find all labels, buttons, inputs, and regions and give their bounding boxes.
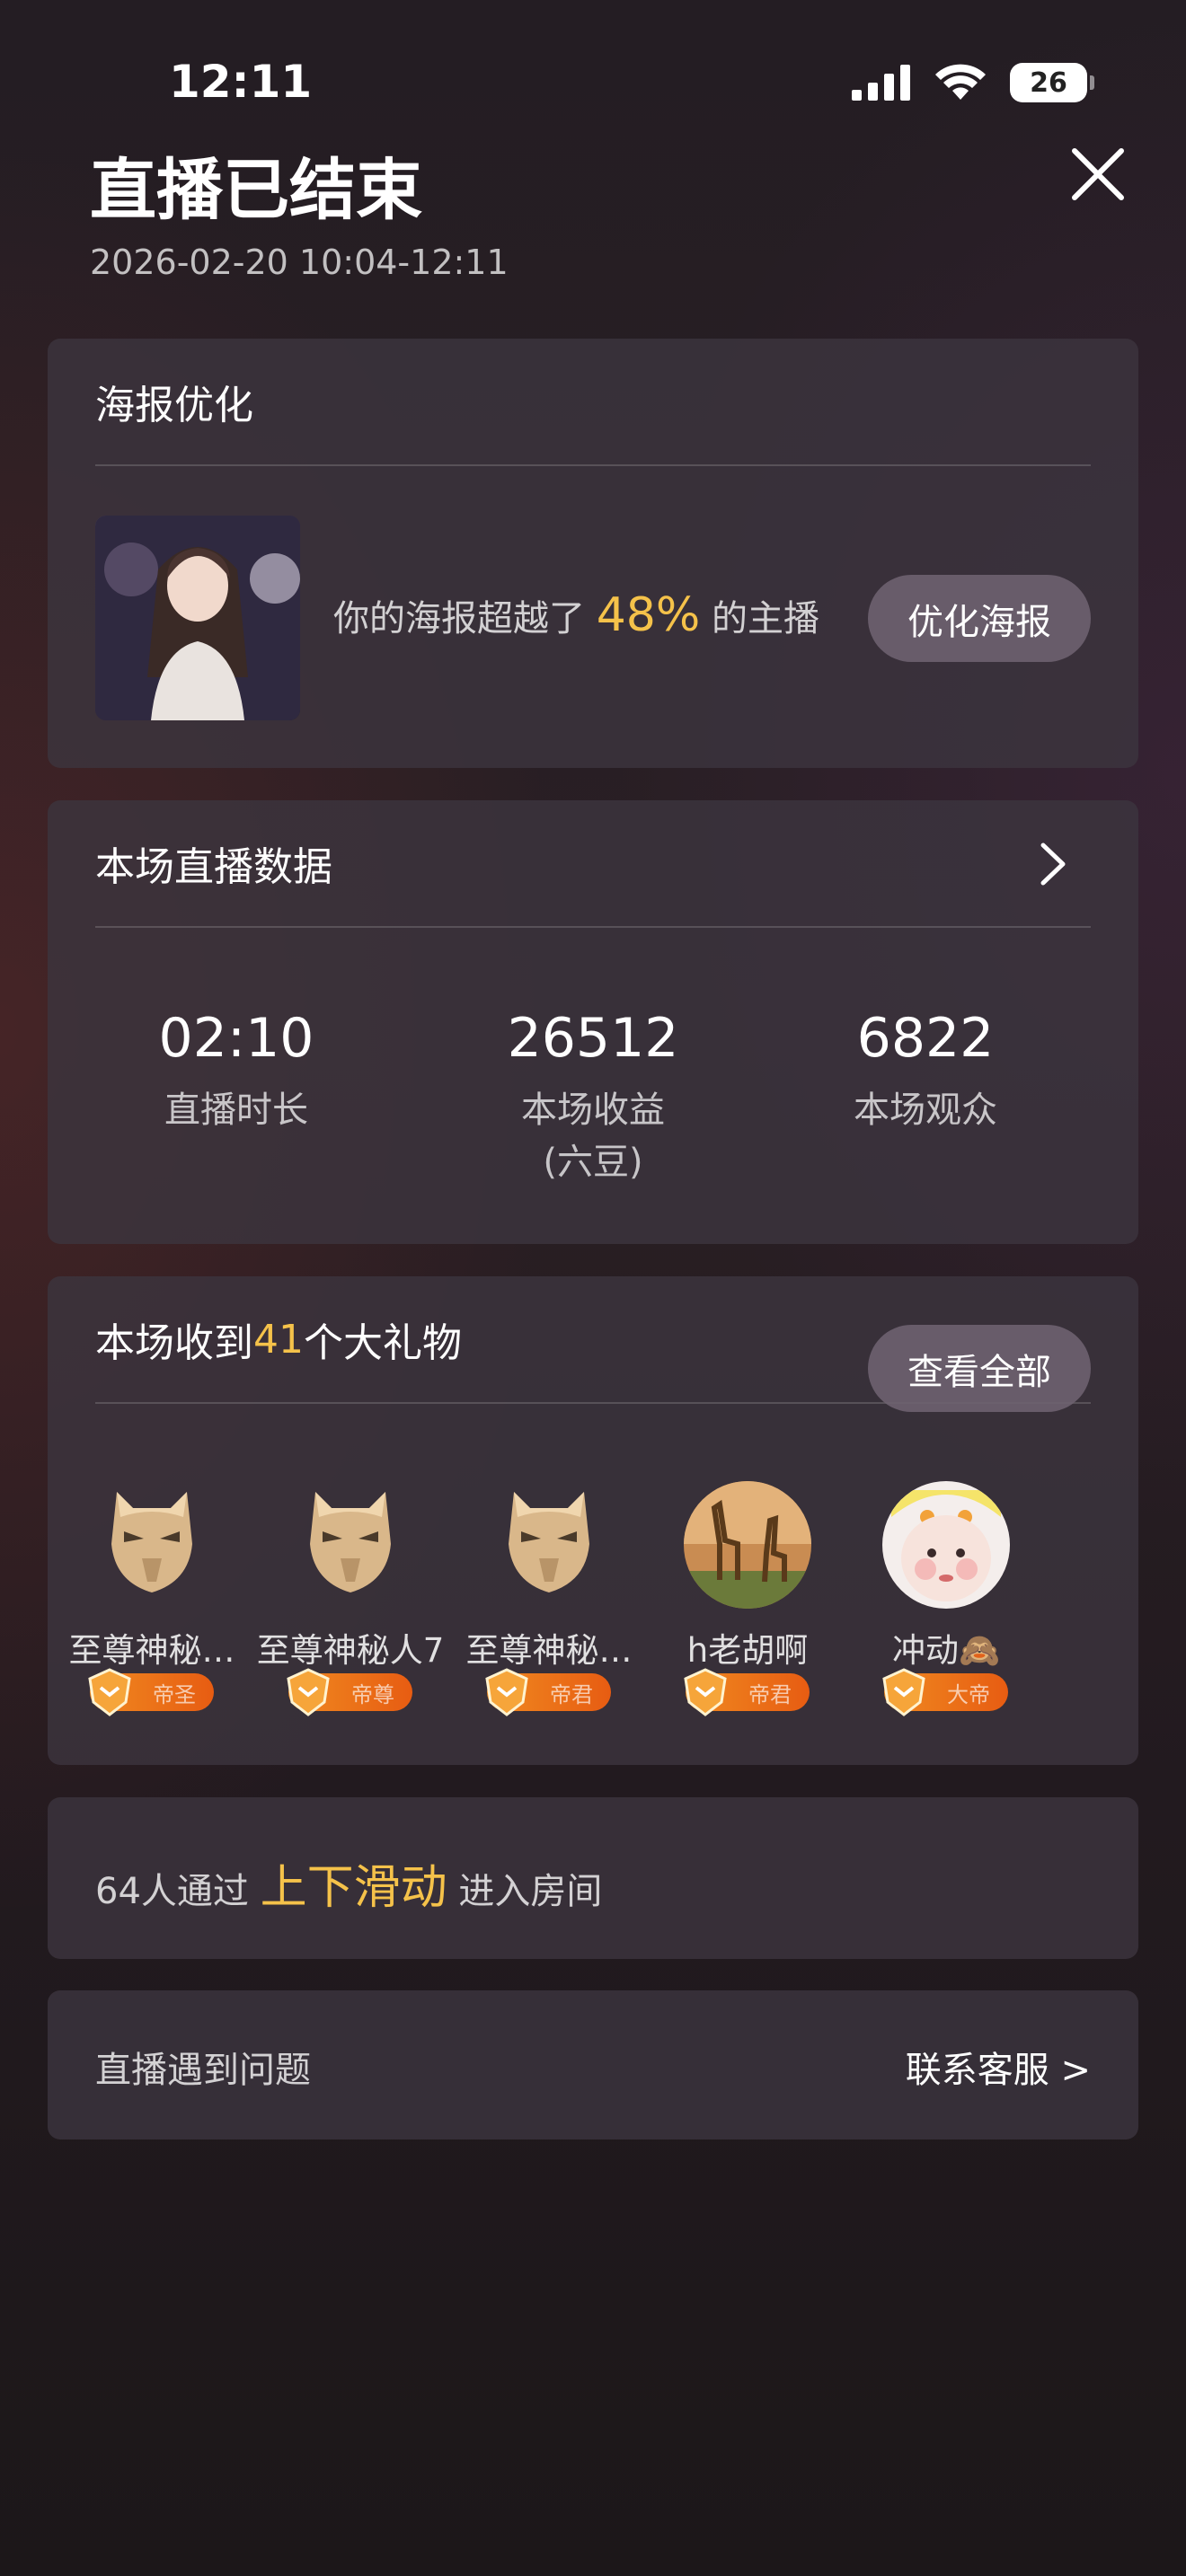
- level-badge-text: 帝君: [748, 1681, 792, 1707]
- level-badge: 大帝: [882, 1668, 1008, 1716]
- swipe-text-before: 64人通过: [95, 1871, 261, 1912]
- stat-value: 02:10: [158, 1007, 314, 1070]
- gifts-card: 本场收到 41 个大礼物 查看全部 至尊神秘… 帝圣 至尊神秘人7 帝尊 至尊神…: [48, 1276, 1138, 1765]
- stats-card-title[interactable]: 本场直播数据: [95, 800, 1091, 928]
- gifter-item[interactable]: 至尊神秘… 帝君: [445, 1481, 653, 1716]
- shield-icon: [485, 1668, 528, 1716]
- cellular-signal-icon: [852, 65, 910, 101]
- live-time-range: 2026-02-20 10:04-12:11: [90, 243, 509, 282]
- chevron-right-icon[interactable]: [1031, 842, 1075, 887]
- gifter-name: 至尊神秘…: [465, 1631, 633, 1670]
- stat-earnings: 26512 本场收益 (六豆): [458, 1007, 728, 1188]
- poster-percent: 48%: [596, 588, 701, 642]
- stat-label: 直播时长: [164, 1090, 308, 1131]
- level-badge-text: 帝君: [550, 1681, 593, 1707]
- optimize-poster-button[interactable]: 优化海报: [868, 575, 1091, 662]
- contact-support-link[interactable]: 联系客服 >: [906, 2041, 1091, 2093]
- mask-icon: [88, 1481, 216, 1609]
- poster-thumbnail[interactable]: [95, 516, 300, 720]
- poster-portrait-image: [95, 516, 300, 720]
- swipe-card: 64人通过 上下滑动 进入房间: [48, 1797, 1138, 1959]
- stat-value: 6822: [856, 1007, 995, 1070]
- poster-text-after: 的主播: [700, 598, 820, 640]
- gifter-item[interactable]: 冲动🙈 大帝: [842, 1481, 1050, 1716]
- gifts-title-after: 个大礼物: [304, 1320, 462, 1366]
- stat-value: 26512: [507, 1007, 679, 1070]
- level-badge-text: 大帝: [947, 1681, 990, 1707]
- stat-duration: 02:10 直播时长: [102, 1007, 371, 1136]
- stats-card: 本场直播数据 02:10 直播时长 26512 本场收益 (六豆) 6822 本…: [48, 800, 1138, 1244]
- poster-card-title: 海报优化: [95, 339, 1091, 466]
- stat-audience: 6822 本场观众: [791, 1007, 1060, 1136]
- mask-icon: [485, 1481, 613, 1609]
- level-badge: 帝圣: [88, 1668, 214, 1716]
- gifter-item[interactable]: 至尊神秘人7 帝尊: [246, 1481, 455, 1716]
- shield-icon: [287, 1668, 330, 1716]
- gifter-name: 至尊神秘人7: [256, 1631, 445, 1670]
- gifts-count: 41: [253, 1316, 304, 1363]
- gifter-name: 至尊神秘…: [68, 1631, 235, 1670]
- baby-photo-icon: [882, 1481, 1010, 1609]
- swipe-highlight: 上下滑动: [260, 1861, 447, 1915]
- poster-text-before: 你的海报超越了: [333, 598, 597, 640]
- swipe-text-after: 进入房间: [447, 1871, 603, 1912]
- level-badge: 帝君: [485, 1668, 611, 1716]
- stat-label: 本场观众: [854, 1090, 997, 1131]
- status-icons: 26: [852, 63, 1094, 102]
- mask-icon: [287, 1481, 414, 1609]
- level-badge-text: 帝尊: [351, 1681, 394, 1707]
- gifts-title-before: 本场收到: [95, 1320, 253, 1366]
- gifter-item[interactable]: h老胡啊 帝君: [643, 1481, 852, 1716]
- battery-icon: 26: [1010, 63, 1094, 102]
- problem-card: 直播遇到问题 联系客服 >: [48, 1990, 1138, 2139]
- page-title: 直播已结束: [90, 152, 422, 229]
- gifter-name: h老胡啊: [686, 1631, 809, 1670]
- giraffe-photo-icon: [684, 1481, 811, 1609]
- poster-rank-text: 你的海报超越了 48% 的主播: [333, 588, 819, 642]
- shield-icon: [882, 1668, 925, 1716]
- shield-icon: [88, 1668, 131, 1716]
- level-badge-text: 帝圣: [153, 1681, 196, 1707]
- poster-card: 海报优化 你的海报超越了 48% 的主播 优化海报: [48, 339, 1138, 768]
- close-icon[interactable]: [1066, 142, 1130, 207]
- view-all-button[interactable]: 查看全部: [868, 1325, 1091, 1412]
- gifter-name: 冲动🙈: [891, 1631, 1001, 1670]
- shield-icon: [684, 1668, 727, 1716]
- level-badge: 帝君: [684, 1668, 810, 1716]
- gifter-item[interactable]: 至尊神秘… 帝圣: [48, 1481, 256, 1716]
- wifi-icon: [935, 64, 986, 100]
- stat-label: 本场收益 (六豆): [521, 1090, 665, 1183]
- status-time: 12:11: [169, 56, 313, 108]
- level-badge: 帝尊: [287, 1668, 412, 1716]
- swipe-entry-text: 64人通过 上下滑动 进入房间: [95, 1849, 602, 1917]
- problem-label: 直播遇到问题: [95, 2050, 311, 2091]
